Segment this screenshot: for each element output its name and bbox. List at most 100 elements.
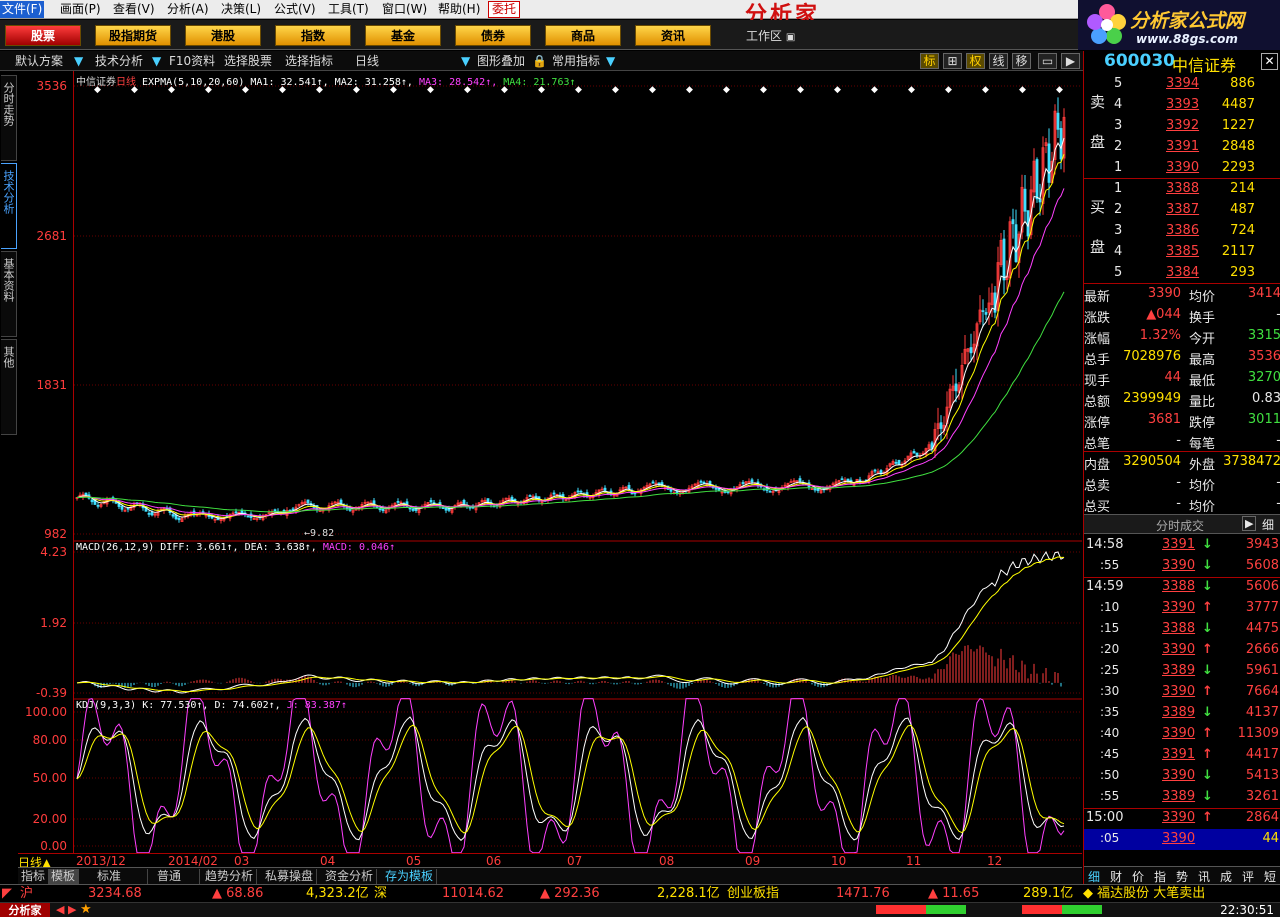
tab-normal[interactable]: 普通 [154, 869, 200, 884]
candle-body [1059, 128, 1063, 160]
ticks-detail-button[interactable]: 细 [1262, 516, 1274, 533]
tick-row[interactable]: :35 3389 ↓ 4137 [1084, 703, 1280, 724]
x-tick: 08 [659, 854, 675, 868]
buy-level-row[interactable]: 4 3385 2117 [1084, 242, 1280, 263]
sell-level-row[interactable]: 4 3393 4487 [1084, 95, 1280, 116]
kline-chart-svg[interactable]: ◆ ◆ ◆ ◆ ◆ ◆ ◆ ◆ ◆ ◆ ◆ ◆ ◆ ◆ ◆ ◆ ◆ ◆ ◆ ◆ ◆ ◆ ◆ ◆ ◆ ◆ ◆ [74, 71, 1082, 853]
tick-row[interactable]: :10 3390 ↑ 3777 [1084, 598, 1280, 619]
tab-save-template[interactable]: 存为模板 [382, 869, 438, 884]
sell-level-row[interactable]: 1 3390 2293 [1084, 158, 1280, 179]
nav-commodities[interactable]: 商品 [545, 25, 621, 46]
menu-formula[interactable]: 公式(V) [272, 1, 318, 18]
panel-tab[interactable]: 细 [1088, 868, 1100, 885]
menu-analysis[interactable]: 分析(A) [165, 1, 211, 18]
buy-level-row[interactable]: 3 3386 724 [1084, 221, 1280, 242]
workarea-button[interactable]: 工作区 ▣ [746, 27, 795, 44]
tab-private-fund[interactable]: 私募操盘 [262, 869, 318, 884]
grid-toggle[interactable]: ⊞ [943, 53, 962, 69]
panel-tab[interactable]: 财 [1110, 868, 1122, 885]
nav-indices[interactable]: 指数 [275, 25, 351, 46]
tick-direction-icon: ↓ [1202, 621, 1213, 636]
dropdown-arrow-icon[interactable]: ▼ [606, 53, 615, 69]
menu-file[interactable]: 文件(F) [0, 1, 45, 18]
f10-button[interactable]: F10资料 [169, 53, 215, 69]
overlay-button[interactable]: 图形叠加 [477, 53, 525, 69]
dropdown-arrow-icon[interactable]: ▼ [74, 53, 83, 69]
period-select[interactable]: 日线 [355, 53, 379, 69]
chart-area[interactable]: ◆ ◆ ◆ ◆ ◆ ◆ ◆ ◆ ◆ ◆ ◆ ◆ ◆ ◆ ◆ ◆ ◆ ◆ ◆ ◆ ◆ ◆ ◆ ◆ ◆ ◆ ◆ 中信证券日线 EXPMA… [74, 71, 1082, 853]
star-icon[interactable]: ★ [80, 902, 92, 917]
candle-body [669, 488, 673, 492]
tab-standard[interactable]: 标准 [94, 869, 148, 884]
common-indicator-select[interactable]: 常用指标 [552, 53, 600, 69]
select-stock-button[interactable]: 选择股票 [224, 53, 272, 69]
scroll-arrows-icon[interactable]: ◀ ▶ [56, 903, 76, 916]
nav-funds[interactable]: 基金 [365, 25, 441, 46]
window-icon[interactable]: ▭ [1038, 53, 1057, 69]
panel-tab[interactable]: 评 [1242, 868, 1254, 885]
tick-row[interactable]: 14:59 3388 ↓ 5606 [1084, 577, 1280, 598]
tab-trend-analysis[interactable]: 趋势分析 [202, 869, 258, 884]
lock-icon[interactable]: 🔒 [532, 53, 547, 69]
tab-fundamentals[interactable]: 基本资料 [1, 251, 17, 337]
nav-index-futures[interactable]: 股指期货 [95, 25, 171, 46]
next-icon[interactable]: ▶ [1061, 53, 1080, 69]
tech-analysis-select[interactable]: 技术分析 [95, 53, 143, 69]
tick-row[interactable]: :45 3391 ↑ 4417 [1084, 745, 1280, 766]
buy-level-row[interactable]: 2 3387 487 [1084, 200, 1280, 221]
tick-row[interactable]: :15 3388 ↓ 4475 [1084, 619, 1280, 640]
nav-bonds[interactable]: 债券 [455, 25, 531, 46]
menu-window[interactable]: 窗口(W) [380, 1, 429, 18]
tick-row[interactable]: :40 3390 ↑ 11309 [1084, 724, 1280, 745]
tab-other[interactable]: 其他 [1, 339, 17, 435]
dropdown-arrow-icon[interactable]: ▼ [152, 53, 161, 69]
close-icon[interactable]: ✕ [1261, 53, 1278, 70]
mark-toggle[interactable]: 标 [920, 53, 939, 69]
y-tick-kdj: 20.00 [32, 812, 67, 826]
tick-row[interactable]: :55 3389 ↓ 3261 [1084, 787, 1280, 808]
workarea-label: 工作区 [746, 29, 783, 43]
select-indicator-button[interactable]: 选择指标 [285, 53, 333, 69]
dropdown-arrow-icon[interactable]: ▼ [461, 53, 470, 69]
tick-row[interactable]: :25 3389 ↓ 5961 [1084, 661, 1280, 682]
menu-help[interactable]: 帮助(H) [436, 1, 482, 18]
move-toggle[interactable]: 移 [1012, 53, 1031, 69]
menu-tools[interactable]: 工具(T) [326, 1, 371, 18]
menu-screen[interactable]: 画面(P) [58, 1, 103, 18]
tick-row[interactable]: :05 3390 44 [1084, 829, 1280, 850]
tick-row[interactable]: :30 3390 ↑ 7664 [1084, 682, 1280, 703]
trust-button[interactable]: 委托 [488, 1, 521, 18]
buy-level-row[interactable]: 5 3384 293 [1084, 263, 1280, 284]
scheme-select[interactable]: 默认方案 [15, 53, 63, 69]
tab-indicator[interactable]: 指标 [18, 869, 50, 884]
sell-level-row[interactable]: 3 3392 1227 [1084, 116, 1280, 137]
line-toggle[interactable]: 线 [989, 53, 1008, 69]
ticks-expand-icon[interactable]: ▶ [1242, 516, 1257, 531]
tick-row[interactable]: 14:58 3391 ↓ 3943 [1084, 535, 1280, 556]
tab-template[interactable]: 模板 [48, 869, 80, 884]
panel-tab[interactable]: 指 [1154, 868, 1166, 885]
panel-tab[interactable]: 短 [1264, 868, 1276, 885]
tick-row[interactable]: :55 3390 ↓ 5608 [1084, 556, 1280, 577]
nav-hk-stocks[interactable]: 港股 [185, 25, 261, 46]
y-tick-macd: 1.92 [40, 616, 67, 630]
nav-stocks[interactable]: 股票 [5, 25, 81, 46]
tab-tech-analysis[interactable]: 技术分析 [1, 163, 17, 249]
menu-view[interactable]: 查看(V) [111, 1, 157, 18]
panel-tab[interactable]: 讯 [1198, 868, 1210, 885]
tab-intraday[interactable]: 分时走势 [1, 75, 17, 161]
menu-decision[interactable]: 决策(L) [219, 1, 263, 18]
tick-row[interactable]: :20 3390 ↑ 2666 [1084, 640, 1280, 661]
tick-row[interactable]: :50 3390 ↓ 5413 [1084, 766, 1280, 787]
buy-level-row[interactable]: 1 3388 214 [1084, 179, 1280, 200]
panel-tab[interactable]: 成 [1220, 868, 1232, 885]
tick-row[interactable]: 15:00 3390 ↑ 2864 [1084, 808, 1280, 829]
nav-news[interactable]: 资讯 [635, 25, 711, 46]
news-ticker[interactable]: ◆ 福达股份 大笔卖出 [1083, 886, 1206, 902]
tab-fund-analysis[interactable]: 资金分析 [322, 869, 378, 884]
panel-tab[interactable]: 价 [1132, 868, 1144, 885]
sell-level-row[interactable]: 5 3394 886 [1084, 74, 1280, 95]
sell-level-row[interactable]: 2 3391 2848 [1084, 137, 1280, 158]
rights-toggle[interactable]: 权 [966, 53, 985, 69]
panel-tab[interactable]: 势 [1176, 868, 1188, 885]
